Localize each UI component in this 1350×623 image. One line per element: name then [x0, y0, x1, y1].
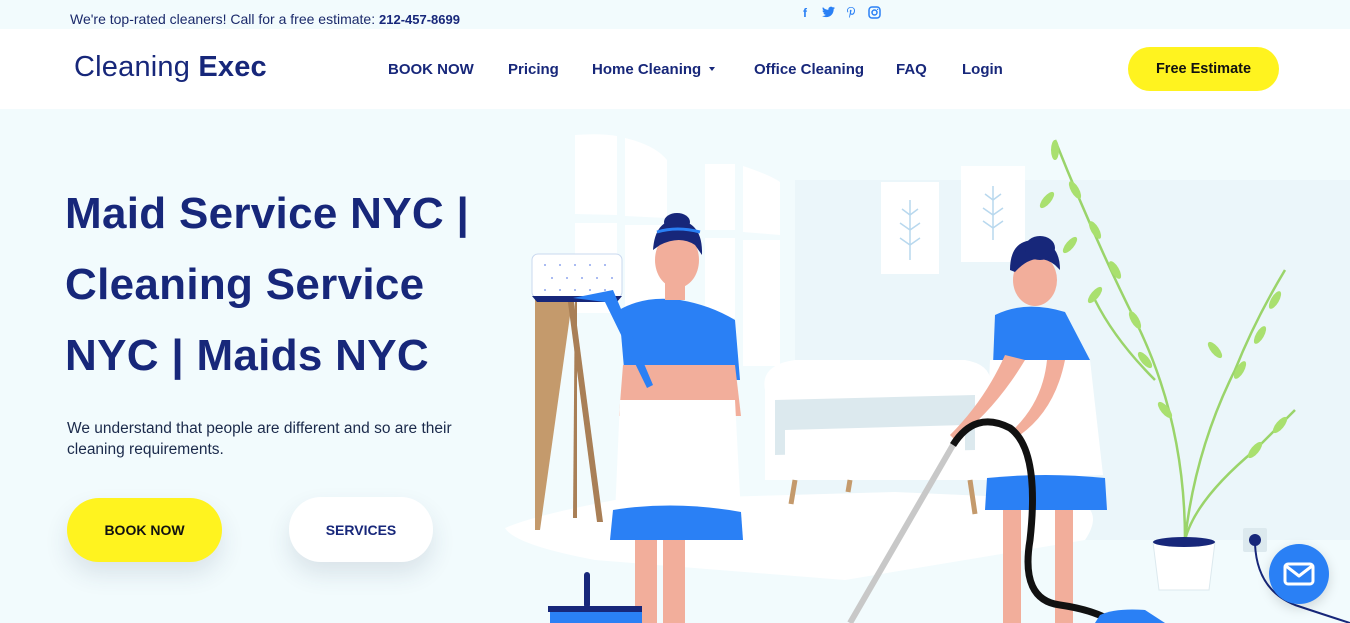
chat-button[interactable]: [1269, 544, 1329, 604]
hero-title-line: NYC | Maids NYC: [65, 331, 429, 380]
phone-link[interactable]: 212-457-8699: [379, 12, 460, 27]
caret-down-icon: [709, 67, 716, 72]
nav-home-cleaning-label: Home Cleaning: [592, 61, 702, 78]
logo-light-text: Cleaning: [74, 51, 191, 83]
nav-faq[interactable]: FAQ: [896, 61, 927, 78]
hero-title-line: Maid Service NYC |: [65, 189, 470, 238]
logo-bold-text: Exec: [198, 51, 267, 83]
nav-login[interactable]: Login: [962, 61, 1003, 78]
plant-pot: [1152, 537, 1216, 591]
vacuum-body: [1095, 609, 1165, 623]
facebook-icon[interactable]: f: [798, 6, 812, 20]
hero-illustration: [505, 134, 1350, 623]
bucket: [548, 572, 642, 623]
mail-icon: [1283, 562, 1315, 586]
twitter-icon[interactable]: [821, 6, 835, 20]
nav-home-cleaning[interactable]: Home Cleaning: [592, 61, 716, 78]
top-bar: We're top-rated cleaners! Call for a fre…: [0, 0, 1350, 29]
book-now-button[interactable]: BOOK NOW: [67, 498, 222, 562]
site-header: Cleaning Exec BOOK NOW Pricing Home Clea…: [0, 29, 1350, 109]
tagline-text: We're top-rated cleaners! Call for a fre…: [70, 11, 376, 27]
nav-pricing[interactable]: Pricing: [508, 61, 559, 78]
hero-title-line: Cleaning Service: [65, 260, 425, 309]
hero-title: Maid Service NYC | Cleaning Service NYC …: [65, 178, 485, 391]
top-bar-tagline: We're top-rated cleaners! Call for a fre…: [70, 11, 460, 27]
nav-office-cleaning[interactable]: Office Cleaning: [754, 61, 864, 78]
instagram-icon[interactable]: [867, 6, 881, 20]
services-button[interactable]: SERVICES: [289, 497, 433, 562]
free-estimate-button[interactable]: Free Estimate: [1128, 47, 1279, 91]
hero-subtitle: We understand that people are different …: [67, 420, 452, 458]
nav-book-now[interactable]: BOOK NOW: [388, 61, 474, 78]
pinterest-icon[interactable]: [844, 6, 858, 20]
logo[interactable]: Cleaning Exec: [74, 51, 267, 84]
